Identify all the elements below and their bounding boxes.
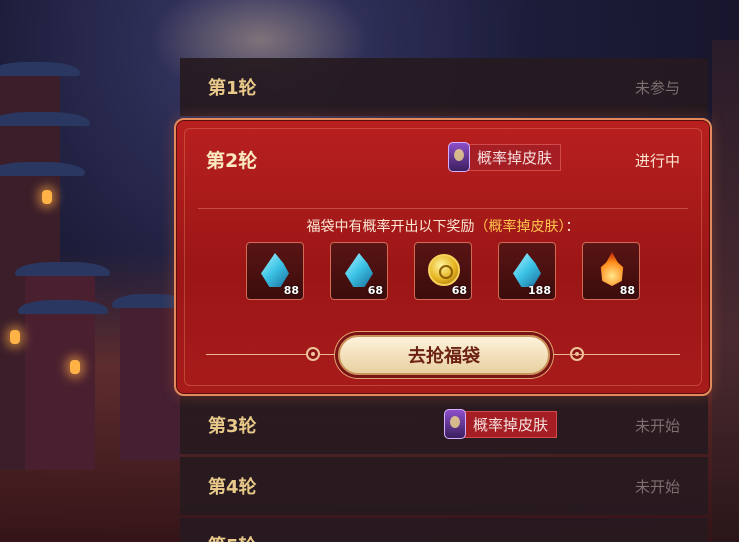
divider	[198, 208, 688, 209]
skin-bag-icon	[444, 409, 466, 439]
round-title: 第1轮	[208, 78, 257, 99]
desc-highlight: （概率掉皮肤）	[474, 219, 566, 235]
button-deco-line	[550, 354, 680, 355]
reward-count: 68	[451, 284, 467, 297]
round-status: 未开始	[634, 477, 680, 496]
lantern-icon	[10, 330, 20, 344]
grab-lucky-bag-button[interactable]: 去抢福袋	[338, 335, 550, 375]
blue-crystal-icon	[513, 253, 541, 287]
right-scenery	[712, 40, 739, 542]
round-row-5[interactable]: 第5轮	[180, 518, 708, 542]
round-row-3[interactable]: 第3轮 概率掉皮肤 未开始	[180, 396, 708, 454]
gold-coin-icon	[428, 254, 460, 286]
round-title: 第5轮	[208, 532, 257, 542]
round-title: 第2轮	[206, 150, 258, 172]
pagoda-roof	[0, 62, 80, 76]
button-deco-dot	[306, 347, 320, 361]
reward-count: 88	[619, 284, 635, 297]
lantern-icon	[70, 360, 80, 374]
reward-count: 68	[367, 284, 383, 297]
tag-label: 概率掉皮肤	[468, 143, 562, 171]
reward-item[interactable]: 68	[414, 242, 472, 300]
round-row-1[interactable]: 第1轮 未参与	[180, 58, 708, 116]
pagoda-far	[120, 300, 180, 460]
round-status: 进行中	[634, 152, 680, 170]
reward-item[interactable]: 88	[246, 242, 304, 300]
reward-description: 福袋中有概率开出以下奖励（概率掉皮肤）：	[176, 216, 710, 236]
lantern-icon	[42, 190, 52, 204]
active-round-card: 第2轮 概率掉皮肤 进行中 福袋中有概率开出以下奖励（概率掉皮肤）： 88 68…	[174, 118, 712, 396]
blue-crystal-icon	[345, 253, 373, 287]
fire-orb-icon	[600, 252, 624, 286]
pagoda-roof	[0, 162, 85, 176]
skin-chance-tag: 概率掉皮肤	[448, 142, 562, 172]
pagoda-roof	[15, 262, 110, 276]
blue-crystal-icon	[261, 253, 289, 287]
tag-label: 概率掉皮肤	[464, 410, 558, 438]
pagoda-roof	[0, 112, 90, 126]
desc-text: 福袋中有概率开出以下奖励	[306, 219, 475, 235]
reward-item[interactable]: 88	[582, 242, 640, 300]
round-status: 未开始	[634, 416, 680, 435]
pagoda-roof	[18, 300, 108, 314]
reward-count: 88	[283, 284, 299, 297]
reward-count: 188	[528, 284, 551, 297]
skin-chance-tag: 概率掉皮肤	[444, 409, 558, 439]
skin-bag-icon	[448, 142, 470, 172]
reward-list: 88 68 68 188 88	[246, 242, 640, 300]
desc-colon: ：	[565, 219, 580, 235]
round-title: 第4轮	[208, 477, 257, 498]
reward-item[interactable]: 188	[498, 242, 556, 300]
round-status: 未参与	[634, 78, 680, 97]
reward-item[interactable]: 68	[330, 242, 388, 300]
round-row-4[interactable]: 第4轮 未开始	[180, 457, 708, 515]
round-title: 第3轮	[208, 416, 257, 437]
